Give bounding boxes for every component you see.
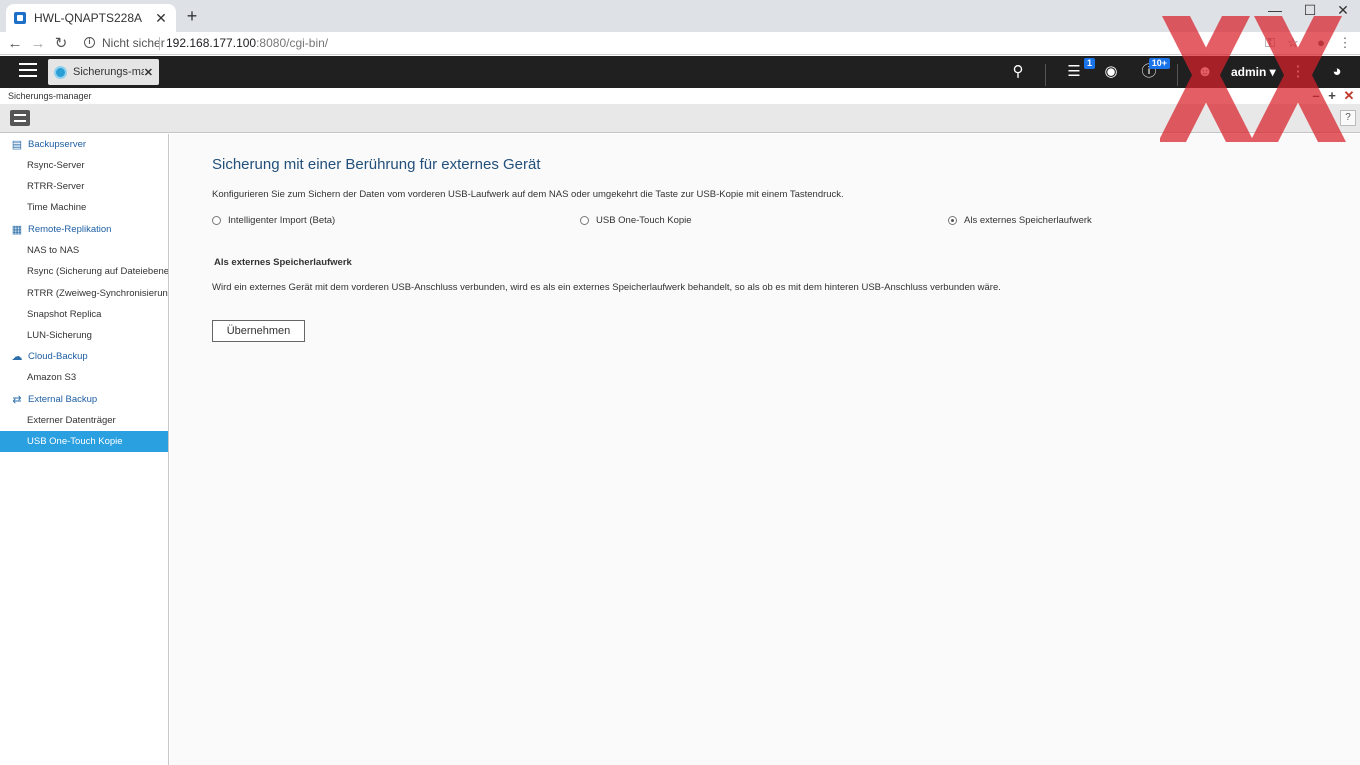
not-secure-label[interactable]: Nicht sicher (102, 36, 165, 50)
sidebar-item-snapshot-replica[interactable]: Snapshot Replica (0, 304, 168, 325)
url-host: 192.168.177.100 (166, 36, 257, 50)
sidebar-group-external-backup[interactable]: ⇄ External Backup (0, 389, 168, 410)
server-icon: ▤ (11, 138, 23, 151)
sync-icon: ⇄ (12, 393, 22, 406)
cloud-icon: ☁ (11, 350, 23, 363)
sidebar-item-amazon-s3[interactable]: Amazon S3 (0, 367, 168, 388)
sidebar-item-lun-sicherung[interactable]: LUN-Sicherung (0, 325, 168, 346)
sidebar-item-rtrr[interactable]: RTRR (Zweiweg-Synchronisierun... (0, 283, 168, 304)
app-minimize-button[interactable]: – (1309, 89, 1323, 102)
toggle-sidebar-icon[interactable] (10, 110, 30, 126)
sidebar-group-remote-replikation[interactable]: ▦ Remote-Replikation (0, 219, 168, 240)
search-icon[interactable]: ⚲ (1007, 62, 1029, 82)
top-separator (1045, 64, 1046, 86)
top-separator (1177, 64, 1178, 86)
sidebar: ▤ Backupserver Rsync-Server RTRR-Server … (0, 134, 169, 765)
notifications-badge: 10+ (1148, 58, 1170, 69)
url-path: :8080/cgi-bin/ (256, 36, 329, 50)
sidebar-item-rsync-server[interactable]: Rsync-Server (0, 155, 168, 176)
sidebar-group-label: Backupserver (28, 139, 87, 150)
window-close-button[interactable]: ✕ (1326, 0, 1360, 22)
sidebar-group-label: Remote-Replikation (28, 224, 112, 235)
hamburger-menu-icon[interactable] (19, 63, 37, 77)
main-content: Sicherung mit einer Berührung für extern… (170, 134, 1360, 765)
address-separator (159, 37, 160, 50)
qts-top-bar: Sicherungs-ma... ✕ ⚲ ☰1 ◉ ⓘ10+ ☻ admin ▾… (0, 56, 1360, 88)
help-button[interactable]: ? (1340, 110, 1356, 126)
profile-icon[interactable]: ● (1312, 35, 1330, 50)
radio-button-checked[interactable] (948, 216, 957, 225)
external-device-icon[interactable]: ◉ (1100, 62, 1122, 82)
section-description: Wird ein externes Gerät mit dem vorderen… (212, 282, 1001, 293)
new-tab-button[interactable]: + (182, 6, 202, 27)
option-label: USB One-Touch Kopie (596, 215, 692, 226)
app-maximize-button[interactable]: + (1325, 89, 1339, 102)
user-menu[interactable]: admin ▾ (1231, 65, 1276, 79)
tasks-badge: 1 (1083, 58, 1095, 69)
option-usb-one-touch-kopie[interactable]: USB One-Touch Kopie (580, 215, 692, 226)
tab-close-icon[interactable]: ✕ (154, 10, 168, 27)
sidebar-group-label: Cloud-Backup (28, 351, 88, 362)
background-tasks-icon[interactable]: ☰ 1 (1063, 58, 1095, 82)
url-input[interactable]: 192.168.177.100:8080/cgi-bin/ (166, 36, 328, 50)
sidebar-item-externer-datentraeger[interactable]: Externer Datenträger (0, 410, 168, 431)
forward-icon[interactable]: → (28, 34, 48, 54)
browser-address-bar: ← → ↻ i Nicht sicher 192.168.177.100:808… (0, 32, 1360, 55)
browser-tab[interactable]: HWL-QNAPTS228A ✕ (6, 4, 176, 32)
app-toolbar: ? (0, 104, 1360, 133)
option-label: Als externes Speicherlaufwerk (964, 215, 1092, 226)
back-icon[interactable]: ← (5, 34, 25, 54)
section-title: Als externes Speicherlaufwerk (214, 257, 352, 268)
window-minimize-button[interactable]: — (1258, 0, 1292, 22)
app-window-title: Sicherungs-manager (8, 91, 92, 101)
window-maximize-button[interactable]: ☐ (1293, 0, 1327, 22)
sidebar-item-rtrr-server[interactable]: RTRR-Server (0, 176, 168, 197)
apply-button[interactable]: Übernehmen (212, 320, 305, 342)
star-icon[interactable]: ☆ (1284, 35, 1302, 51)
sidebar-group-label: External Backup (28, 394, 98, 405)
user-avatar-icon[interactable]: ☻ (1194, 62, 1216, 82)
more-options-icon[interactable]: ⋮ (1287, 62, 1309, 82)
browser-tabstrip: HWL-QNAPTS228A ✕ + — ☐ ✕ (0, 0, 1360, 32)
page-description: Konfigurieren Sie zum Sichern der Daten … (212, 189, 844, 200)
app-tab-backup-manager[interactable]: Sicherungs-ma... ✕ (48, 59, 159, 85)
backup-manager-icon (54, 65, 67, 79)
sidebar-item-time-machine[interactable]: Time Machine (0, 197, 168, 218)
replication-icon: ▦ (11, 223, 23, 236)
sidebar-group-backupserver[interactable]: ▤ Backupserver (0, 134, 168, 155)
app-tab-close-icon[interactable]: ✕ (144, 66, 153, 79)
info-icon[interactable]: i (84, 37, 95, 48)
option-als-externes-speicherlaufwerk[interactable]: Als externes Speicherlaufwerk (948, 215, 1092, 226)
app-tab-label: Sicherungs-ma... (73, 66, 144, 78)
sidebar-item-rsync[interactable]: Rsync (Sicherung auf Dateiebene... (0, 261, 168, 282)
app-window-titlebar: Sicherungs-manager – + ✕ (0, 88, 1360, 104)
notifications-icon[interactable]: ⓘ 10+ (1138, 58, 1170, 82)
app-close-button[interactable]: ✕ (1342, 89, 1356, 102)
dashboard-gauge-icon[interactable]: ◕ (1326, 62, 1348, 82)
option-intelligenter-import[interactable]: Intelligenter Import (Beta) (212, 215, 335, 226)
radio-button[interactable] (212, 216, 221, 225)
option-label: Intelligenter Import (Beta) (228, 215, 336, 226)
radio-button[interactable] (580, 216, 589, 225)
sidebar-group-cloud-backup[interactable]: ☁ Cloud-Backup (0, 346, 168, 367)
browser-tab-title: HWL-QNAPTS228A (34, 11, 143, 25)
sidebar-item-usb-one-touch-kopie[interactable]: USB One-Touch Kopie (0, 431, 168, 452)
reload-icon[interactable]: ↻ (51, 34, 71, 54)
sidebar-item-nas-to-nas[interactable]: NAS to NAS (0, 240, 168, 261)
menu-icon[interactable]: ⋮ (1336, 35, 1354, 51)
key-icon[interactable]: ⚿ (1261, 35, 1279, 51)
page-title: Sicherung mit einer Berührung für extern… (212, 156, 541, 173)
qnap-favicon-icon (14, 12, 26, 24)
